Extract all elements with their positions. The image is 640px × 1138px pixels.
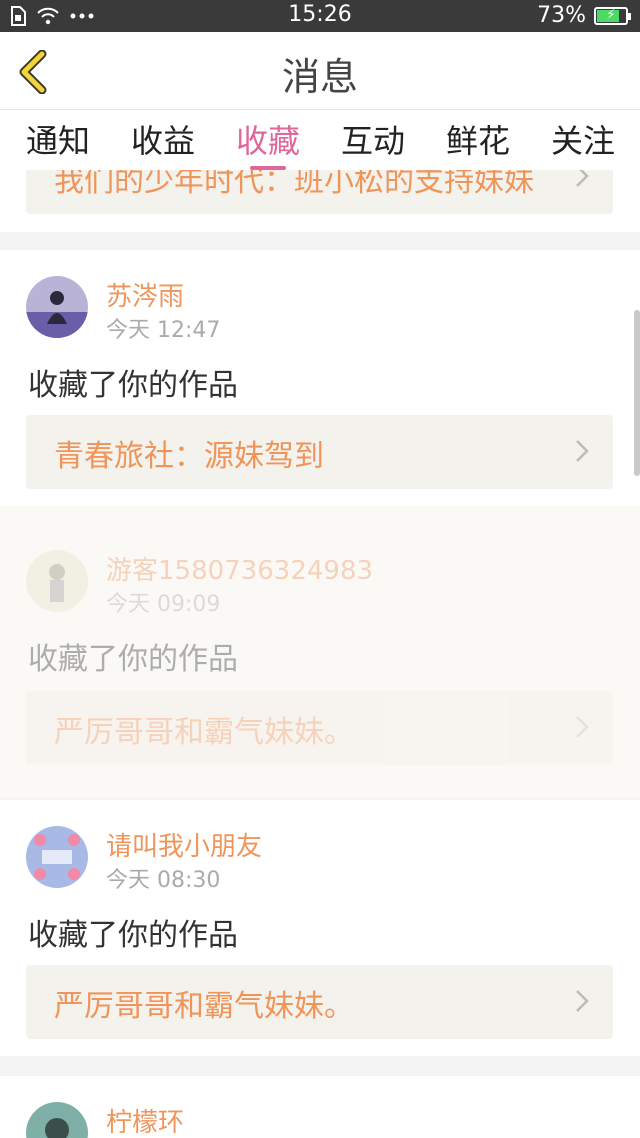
page-title: 消息 xyxy=(281,55,358,99)
tab-earnings[interactable]: 收益 xyxy=(131,116,195,162)
list-item: 苏涔雨 今天 12:47 收藏了你的作品 青春旅社：源妹驾到 xyxy=(0,250,640,506)
chevron-right-icon xyxy=(576,716,589,738)
work-title: 我们的少年时代：班小松的支持妹妹 xyxy=(54,170,534,199)
faded-item-content: 游客1580736324983 今天 09:09 收藏了你的作品 严厉哥哥和霸气… xyxy=(0,506,640,798)
tab-bar: 通知 收益 收藏 互动 鲜花 关注 xyxy=(0,110,640,170)
tab-favorites[interactable]: 收藏 xyxy=(236,116,300,162)
work-title: 严厉哥哥和霸气妹妹。 xyxy=(54,715,354,750)
list-item: 请叫我小朋友 今天 08:30 收藏了你的作品 严厉哥哥和霸气妹妹。 xyxy=(0,800,640,1056)
work-link[interactable]: 严厉哥哥和霸气妹妹。 xyxy=(26,691,613,765)
work-link[interactable]: 我们的少年时代：班小松的支持妹妹 xyxy=(26,170,613,214)
favorites-list[interactable]: 我们的少年时代：班小松的支持妹妹 苏涔雨 今天 12:47 收藏了你的作品 青春… xyxy=(0,170,640,1138)
tab-follows[interactable]: 关注 xyxy=(551,116,615,162)
battery-icon: ⚡ xyxy=(594,6,631,25)
tab-flowers[interactable]: 鲜花 xyxy=(446,116,510,162)
timestamp: 今天 09:09 xyxy=(106,592,221,617)
avatar[interactable] xyxy=(26,826,88,888)
user-name[interactable]: 苏涔雨 xyxy=(106,276,184,313)
chevron-right-icon xyxy=(576,990,589,1012)
tab-notifications[interactable]: 通知 xyxy=(26,116,90,162)
work-title: 青春旅社：源妹驾到 xyxy=(54,439,324,474)
avatar[interactable] xyxy=(26,1102,88,1138)
user-name[interactable]: 请叫我小朋友 xyxy=(106,826,262,863)
avatar[interactable] xyxy=(26,276,88,338)
work-title: 严厉哥哥和霸气妹妹。 xyxy=(54,989,354,1024)
tab-interactions[interactable]: 互动 xyxy=(341,116,405,162)
scrollbar[interactable] xyxy=(634,310,640,476)
chevron-right-icon xyxy=(576,170,589,187)
nav-bar: 消息 xyxy=(0,32,640,110)
action-text: 收藏了你的作品 xyxy=(28,642,238,677)
user-name[interactable]: 柠檬环 xyxy=(106,1102,184,1138)
work-link[interactable]: 严厉哥哥和霸气妹妹。 xyxy=(26,965,613,1039)
list-item: 柠檬环 xyxy=(0,1076,640,1138)
list-item: 游客1580736324983 今天 09:09 收藏了你的作品 严厉哥哥和霸气… xyxy=(0,506,640,798)
chevron-right-icon xyxy=(576,440,589,462)
avatar[interactable] xyxy=(26,550,88,612)
action-text: 收藏了你的作品 xyxy=(28,918,238,953)
timestamp: 今天 08:30 xyxy=(106,868,221,893)
work-link[interactable]: 青春旅社：源妹驾到 xyxy=(26,415,613,489)
battery-percent: 73% xyxy=(537,3,586,28)
timestamp: 今天 12:47 xyxy=(106,318,221,343)
action-text: 收藏了你的作品 xyxy=(28,368,238,403)
user-name[interactable]: 游客1580736324983 xyxy=(106,550,373,587)
list-item: 我们的少年时代：班小松的支持妹妹 xyxy=(0,170,640,232)
status-bar: 15:26 73% ⚡ xyxy=(0,0,640,32)
